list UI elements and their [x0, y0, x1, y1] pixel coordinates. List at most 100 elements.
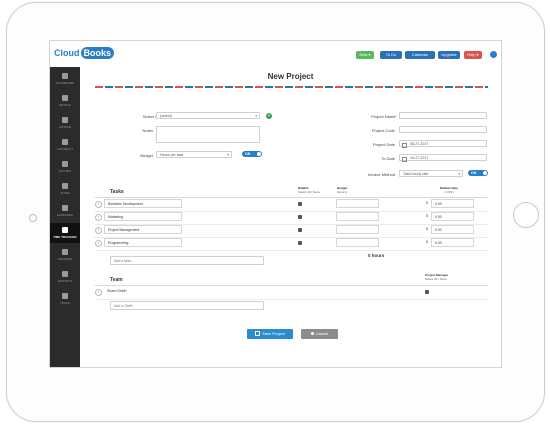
select-client-value: (select)	[160, 114, 172, 118]
todo-button[interactable]: To Do	[380, 51, 402, 59]
sidebar-item-label: VENDORS	[57, 257, 73, 261]
project-date-label: Project Date	[372, 142, 395, 147]
invoice-method-value: Task hourly rate	[403, 172, 429, 176]
budget-toggle[interactable]: ON	[242, 151, 262, 157]
add-task-input[interactable]: Add a task...	[110, 256, 264, 265]
sidebar-item-label: QUOTES	[58, 169, 72, 173]
sidebar-item-label: DASHBOARD	[55, 81, 75, 85]
billable-rate-input[interactable]: 0.00	[431, 225, 474, 234]
currency-symbol: $	[426, 240, 428, 244]
add-task-placeholder: Add a task...	[114, 259, 134, 263]
sidebar-item-trash[interactable]: TRASH	[50, 289, 80, 309]
project-date-input[interactable]: 08-27-2017	[399, 140, 487, 148]
task-row: × Project Management $0.00	[95, 224, 488, 238]
task-row: × Marketing $0.00	[95, 211, 488, 225]
budget-label: Budget	[140, 153, 153, 158]
billable-select-all[interactable]: Select All / None	[298, 190, 320, 195]
budget-hours-input[interactable]	[336, 225, 379, 234]
rate-header-unit: ( US$ )	[444, 189, 454, 194]
budget-hours-input[interactable]	[336, 212, 379, 221]
invoice-method-label: Invoice Method	[367, 172, 395, 177]
project-code-input[interactable]	[399, 126, 487, 133]
top-bar: Cloud Books New ▾ To Do Calendar Upgrade …	[50, 41, 501, 68]
calendar-icon	[402, 157, 407, 162]
remove-task-icon[interactable]: ×	[95, 227, 102, 234]
sidebar-item-label: INVOICE	[58, 125, 72, 129]
project-manager-column-header: Project Manager Select All / None	[425, 273, 448, 282]
page-title: New Project	[267, 72, 314, 81]
save-project-button[interactable]: Save Project	[247, 329, 293, 339]
task-name[interactable]: Marketing	[104, 212, 182, 221]
to-date-value: 10-27-2017	[410, 156, 429, 160]
remove-task-icon[interactable]: ×	[95, 201, 102, 208]
add-client-button[interactable]: +	[266, 113, 272, 119]
project-name-input[interactable]	[399, 112, 487, 119]
billable-checkbox[interactable]	[298, 228, 302, 232]
sidebar-item-label: REPORTS	[57, 279, 73, 283]
to-date-input[interactable]: 10-27-2017	[399, 154, 487, 162]
select-client-dropdown[interactable]: (select) ▾	[156, 112, 260, 119]
app-screen: Cloud Books New ▾ To Do Calendar Upgrade …	[49, 40, 502, 368]
member-name: Shami Sheth	[107, 289, 127, 293]
sidebar-item-people[interactable]: PEOPLE	[50, 91, 80, 111]
sidebar-item-invoice[interactable]: INVOICE	[50, 113, 80, 133]
notes-textarea[interactable]	[156, 126, 260, 143]
task-name[interactable]: Project Management	[104, 225, 182, 234]
task-row: × Programming $0.00	[95, 237, 488, 251]
gear-icon[interactable]	[490, 51, 497, 58]
logo-cloud-text: Cloud	[54, 48, 80, 58]
help-button[interactable]: Help ▾	[464, 51, 482, 59]
chevron-down-icon: ▾	[255, 114, 257, 118]
airmail-divider	[95, 86, 488, 88]
currency-symbol: $	[426, 227, 428, 231]
billable-checkbox[interactable]	[298, 215, 302, 219]
pm-select-all[interactable]: Select All / None	[425, 277, 448, 282]
sidebar-item-contract[interactable]: CONTRACT	[50, 135, 80, 155]
billable-rate-input[interactable]: 0.00	[431, 199, 474, 208]
tablet-home-button[interactable]	[513, 202, 539, 228]
billable-rate-input[interactable]: 0.00	[431, 238, 474, 247]
add-staff-input[interactable]: Add a Staff...	[110, 301, 264, 310]
rate-column-header: Billable Rate( US$ )	[440, 186, 458, 194]
calendar-button[interactable]: Calendar	[405, 51, 435, 59]
app-logo[interactable]: Cloud Books	[54, 47, 115, 59]
sidebar-item-reports[interactable]: REPORTS	[50, 267, 80, 287]
project-manager-checkbox[interactable]	[425, 290, 429, 294]
remove-task-icon[interactable]: ×	[95, 240, 102, 247]
currency-symbol: $	[426, 214, 428, 218]
sidebar-item-expenses[interactable]: EXPENSES	[50, 201, 80, 221]
sidebar-item-taxes[interactable]: TAXES	[50, 179, 80, 199]
sidebar-item-label: EXPENSES	[57, 213, 73, 217]
hourglass-icon	[62, 227, 68, 233]
toggle-knob	[483, 171, 487, 175]
cancel-button[interactable]: Cancel	[301, 329, 338, 339]
project-name-label: Project Name*	[350, 114, 397, 119]
billable-column-header: Billable Select All / None	[298, 186, 320, 195]
invoice-method-dropdown[interactable]: Task hourly rate ▾	[399, 170, 463, 177]
budget-dropdown[interactable]: Hours per task ▾	[156, 151, 232, 158]
project-date-value: 08-27-2017	[410, 142, 429, 146]
total-hours: 0 hours	[368, 253, 385, 258]
logo-books-text: Books	[80, 47, 115, 59]
new-button[interactable]: New ▾	[356, 51, 374, 59]
sidebar-item-dashboard[interactable]: DASHBOARD	[50, 69, 80, 89]
budget-hours-input[interactable]	[336, 238, 379, 247]
upgrade-button[interactable]: Upgrade	[438, 51, 460, 59]
sidebar-item-vendors[interactable]: VENDORS	[50, 245, 80, 265]
sidebar-item-time-tracking[interactable]: TIME TRACKING	[50, 223, 80, 243]
billable-rate-input[interactable]: 0.00	[431, 212, 474, 221]
to-date-label: To Date	[381, 156, 395, 161]
task-name[interactable]: Programming	[104, 238, 182, 247]
remove-member-icon[interactable]: ×	[95, 289, 102, 296]
invoice-toggle[interactable]: ON	[468, 170, 488, 176]
billable-checkbox[interactable]	[298, 202, 302, 206]
remove-task-icon[interactable]: ×	[95, 214, 102, 221]
tasks-heading: Tasks	[110, 189, 124, 195]
dashboard-icon	[62, 73, 68, 79]
budget-hours-input[interactable]	[336, 199, 379, 208]
billable-checkbox[interactable]	[298, 241, 302, 245]
sidebar-item-label: TRASH	[60, 301, 70, 305]
task-name[interactable]: Business Development	[104, 199, 182, 208]
sidebar-item-quotes[interactable]: QUOTES	[50, 157, 80, 177]
save-icon	[255, 331, 261, 337]
